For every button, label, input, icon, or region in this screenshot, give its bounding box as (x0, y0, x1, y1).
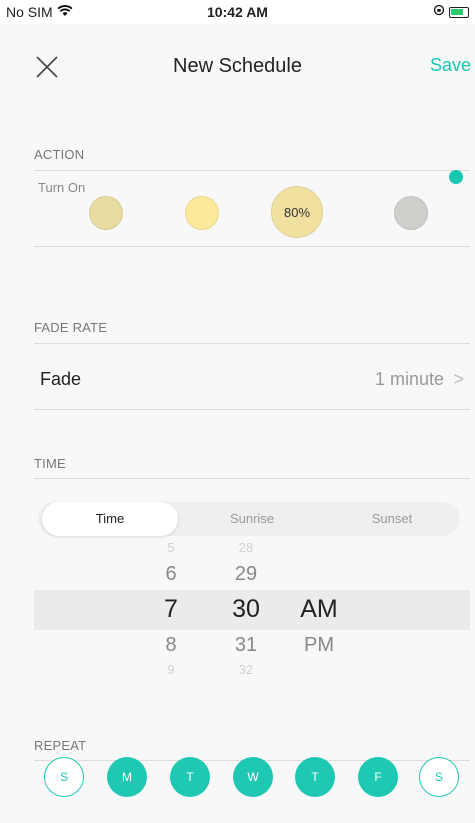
day-toggle[interactable]: T (295, 757, 335, 797)
turn-on-toggle[interactable] (449, 170, 463, 184)
tab-sunset[interactable]: Sunset (324, 502, 460, 536)
tab-sunrise[interactable]: Sunrise (184, 502, 320, 536)
battery-icon (449, 6, 469, 18)
fade-row[interactable]: Fade 1 minute > (34, 352, 470, 408)
nav-bar: New Schedule Save (0, 24, 475, 112)
hour-selected[interactable]: 7 (141, 595, 201, 624)
minute-option[interactable]: 29 (216, 563, 276, 586)
turn-on-label: Turn On (38, 180, 86, 195)
hour-option[interactable]: 9 (141, 662, 201, 677)
time-mode-segmented-control: Time Sunrise Sunset (38, 502, 460, 536)
save-button[interactable]: Save (430, 55, 471, 76)
status-right (433, 3, 469, 21)
minute-option[interactable]: 32 (216, 662, 276, 677)
status-time: 10:42 AM (207, 4, 268, 20)
hour-option[interactable]: 6 (141, 563, 201, 586)
time-divider (34, 478, 470, 479)
repeat-section-label: REPEAT (34, 738, 87, 753)
hour-option[interactable]: 5 (141, 540, 201, 555)
orientation-lock-icon (433, 3, 445, 21)
page-title: New Schedule (173, 55, 302, 77)
period-option[interactable]: PM (289, 634, 349, 657)
fade-label: Fade (40, 369, 82, 389)
minute-option[interactable]: 31 (216, 634, 276, 657)
day-toggle[interactable]: M (107, 757, 147, 797)
minute-option[interactable]: 28 (216, 540, 276, 555)
bulb-option[interactable] (89, 196, 123, 230)
minute-selected[interactable]: 30 (216, 595, 276, 624)
chevron-right-icon: > (453, 369, 464, 389)
action-bottom-divider (34, 246, 470, 247)
day-toggle[interactable]: T (170, 757, 210, 797)
fade-value: 1 minute (374, 369, 444, 389)
action-section-label: ACTION (34, 147, 85, 162)
fade-bottom-divider (34, 409, 470, 410)
status-bar: No SIM 10:42 AM (0, 0, 475, 24)
action-divider (34, 170, 470, 171)
fade-rate-section-label: FADE RATE (34, 320, 108, 335)
fade-rate-divider (34, 343, 470, 344)
tab-time[interactable]: Time (42, 502, 178, 536)
day-toggle[interactable]: W (233, 757, 273, 797)
hour-option[interactable]: 8 (141, 634, 201, 657)
bulb-option[interactable] (185, 196, 219, 230)
period-selected[interactable]: AM (289, 595, 349, 624)
day-toggle[interactable]: S (44, 757, 84, 797)
time-section-label: TIME (34, 456, 66, 471)
bulb-option[interactable] (394, 196, 428, 230)
day-toggle[interactable]: F (358, 757, 398, 797)
bulb-option[interactable]: 80% (271, 186, 323, 238)
day-toggle[interactable]: S (419, 757, 459, 797)
